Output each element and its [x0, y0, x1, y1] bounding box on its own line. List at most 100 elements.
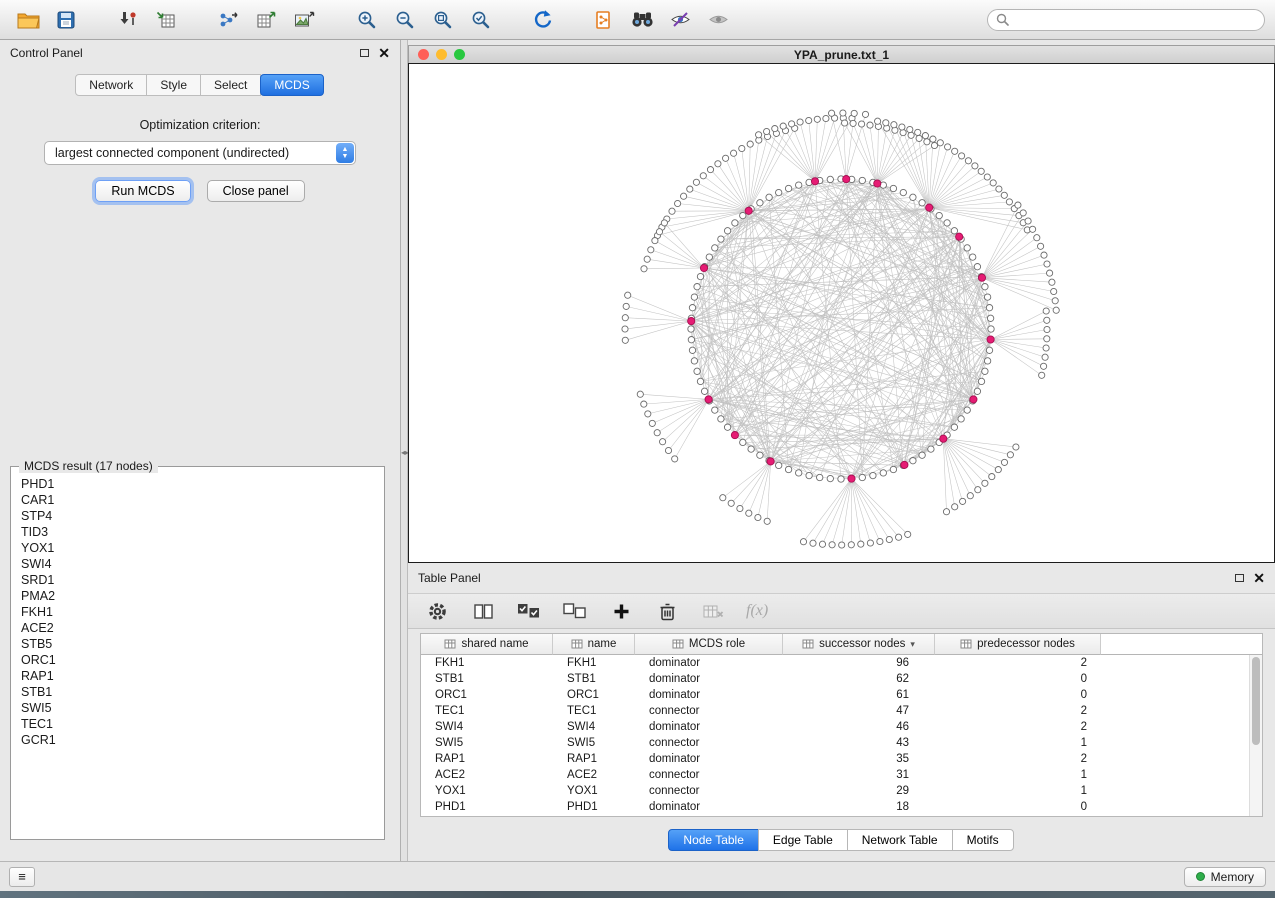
delete-button[interactable]	[654, 598, 680, 624]
tab-network-table[interactable]: Network Table	[847, 829, 953, 851]
copy-network-button[interactable]	[586, 4, 622, 36]
table-row[interactable]: STB1STB1dominator620	[421, 671, 1262, 687]
table-scrollbar[interactable]	[1249, 655, 1262, 816]
export-network-button[interactable]	[210, 4, 246, 36]
mcds-result-list[interactable]: PHD1CAR1STP4TID3YOX1SWI4SRD1PMA2FKH1ACE2…	[11, 467, 384, 839]
mcds-result-item[interactable]: STB1	[21, 684, 374, 700]
close-panel-button[interactable]: Close panel	[207, 180, 305, 202]
show-graphics-icon	[670, 11, 691, 28]
column-header-shared-name[interactable]: shared name	[421, 634, 553, 655]
deselect-all-button[interactable]	[562, 598, 588, 624]
cell-predecessor-nodes: 1	[935, 769, 1101, 781]
maximize-window-icon[interactable]	[454, 49, 465, 60]
criterion-dropdown[interactable]: largest connected component (undirected)…	[44, 141, 356, 165]
cell-name: YOX1	[553, 785, 635, 797]
float-panel-icon[interactable]	[360, 49, 369, 57]
column-header-mcds-role[interactable]: MCDS role	[635, 634, 783, 655]
add-column-button[interactable]	[608, 598, 634, 624]
tab-mcds[interactable]: MCDS	[260, 74, 323, 96]
cell-successor-nodes: 35	[783, 753, 935, 765]
tab-motifs[interactable]: Motifs	[952, 829, 1014, 851]
zoom-fit-button[interactable]	[424, 4, 460, 36]
mcds-result-item[interactable]: TEC1	[21, 716, 374, 732]
panel-menu-button[interactable]: ≡	[9, 867, 35, 887]
column-header-name[interactable]: name	[553, 634, 635, 655]
search-network-button[interactable]	[624, 4, 660, 36]
cell-mcds-role: connector	[635, 737, 783, 749]
cell-shared-name: ACE2	[421, 769, 553, 781]
network-graph[interactable]	[409, 64, 1272, 561]
zoom-in-button[interactable]	[348, 4, 384, 36]
scrollbar-thumb[interactable]	[1252, 657, 1260, 745]
column-header-successor-nodes[interactable]: successor nodes▾	[783, 634, 935, 655]
mcds-result-item[interactable]: FKH1	[21, 604, 374, 620]
float-table-panel-icon[interactable]	[1235, 574, 1244, 582]
vertical-splitter[interactable]: ◂▸	[401, 40, 408, 861]
tab-style[interactable]: Style	[146, 74, 201, 96]
mcds-result-item[interactable]: STB5	[21, 636, 374, 652]
mcds-result-item[interactable]: PMA2	[21, 588, 374, 604]
network-window-titlebar[interactable]: YPA_prune.txt_1	[408, 45, 1275, 63]
open-session-button[interactable]	[10, 4, 46, 36]
save-session-button[interactable]	[48, 4, 84, 36]
network-nodes[interactable]	[622, 110, 1059, 548]
run-mcds-button[interactable]: Run MCDS	[95, 180, 190, 202]
select-all-button[interactable]	[516, 598, 542, 624]
import-table-button[interactable]	[148, 4, 184, 36]
export-image-button[interactable]	[286, 4, 322, 36]
mcds-result-item[interactable]: TID3	[21, 524, 374, 540]
cell-mcds-role: dominator	[635, 721, 783, 733]
mcds-result-item[interactable]: RAP1	[21, 668, 374, 684]
close-table-panel-icon[interactable]: ✕	[1253, 573, 1265, 583]
mcds-result-item[interactable]: YOX1	[21, 540, 374, 556]
cell-successor-nodes: 31	[783, 769, 935, 781]
table-row[interactable]: ORC1ORC1dominator610	[421, 687, 1262, 703]
mcds-result-item[interactable]: ORC1	[21, 652, 374, 668]
toolbar-group	[348, 4, 498, 36]
mcds-result-item[interactable]: SRD1	[21, 572, 374, 588]
table-row[interactable]: RAP1RAP1dominator352	[421, 751, 1262, 767]
column-header-predecessor-nodes[interactable]: predecessor nodes	[935, 634, 1101, 655]
table-row[interactable]: SWI5SWI5connector431	[421, 735, 1262, 751]
table-row[interactable]: ACE2ACE2connector311	[421, 767, 1262, 783]
table-header-filler	[1101, 634, 1262, 655]
close-panel-icon[interactable]: ✕	[378, 48, 390, 58]
tab-network[interactable]: Network	[75, 74, 147, 96]
tab-edge-table[interactable]: Edge Table	[758, 829, 848, 851]
network-canvas[interactable]	[408, 63, 1275, 563]
function-builder-icon[interactable]: f(x)	[746, 602, 768, 620]
mcds-result-item[interactable]: SWI5	[21, 700, 374, 716]
toolbar-group	[524, 4, 560, 36]
mcds-result-item[interactable]: CAR1	[21, 492, 374, 508]
gear-button[interactable]	[424, 598, 450, 624]
search-box[interactable]	[987, 9, 1265, 31]
table-row[interactable]: SWI4SWI4dominator462	[421, 719, 1262, 735]
mcds-result-item[interactable]: GCR1	[21, 732, 374, 748]
import-network-button[interactable]	[110, 4, 146, 36]
show-graphics-button[interactable]	[662, 4, 698, 36]
table-row[interactable]: YOX1YOX1connector291	[421, 783, 1262, 799]
mcds-result-item[interactable]: ACE2	[21, 620, 374, 636]
table-row[interactable]: TEC1TEC1connector472	[421, 703, 1262, 719]
clear-table-button[interactable]	[700, 598, 726, 624]
zoom-out-button[interactable]	[386, 4, 422, 36]
table-row[interactable]: FKH1FKH1dominator962	[421, 655, 1262, 671]
tab-node-table[interactable]: Node Table	[668, 829, 759, 851]
search-input[interactable]	[1014, 13, 1256, 27]
export-table-button[interactable]	[248, 4, 284, 36]
cell-mcds-role: connector	[635, 769, 783, 781]
minimize-window-icon[interactable]	[436, 49, 447, 60]
refresh-layout-button[interactable]	[524, 4, 560, 36]
mcds-result-item[interactable]: PHD1	[21, 476, 374, 492]
close-window-icon[interactable]	[418, 49, 429, 60]
zoom-selected-button[interactable]	[462, 4, 498, 36]
tab-select[interactable]: Select	[200, 74, 261, 96]
memory-button[interactable]: Memory	[1184, 867, 1266, 887]
mcds-result-item[interactable]: SWI4	[21, 556, 374, 572]
mcds-result-item[interactable]: STP4	[21, 508, 374, 524]
toolbar-button-groups	[10, 4, 762, 36]
table-row[interactable]: PHD1PHD1dominator180	[421, 799, 1262, 815]
eye-button[interactable]	[700, 4, 736, 36]
cell-predecessor-nodes: 0	[935, 689, 1101, 701]
columns-button[interactable]	[470, 598, 496, 624]
